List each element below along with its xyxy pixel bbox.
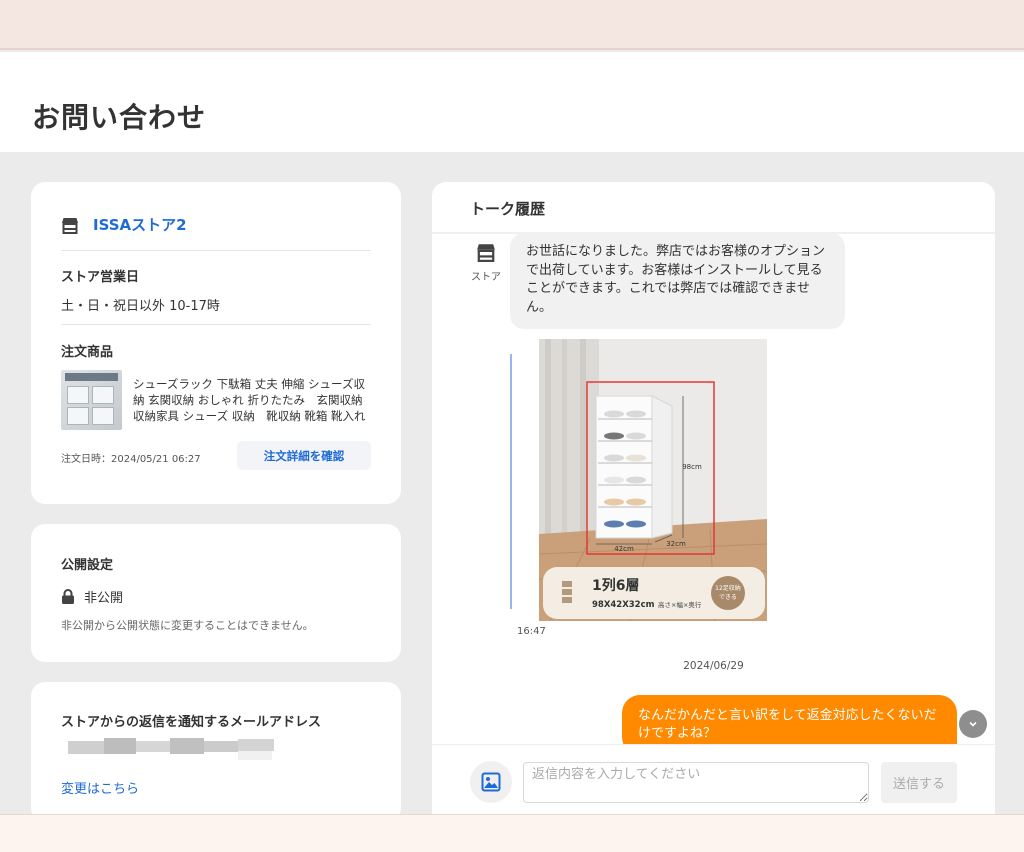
height-label: 98cm (682, 463, 702, 471)
date-separator: 2024/06/29 (683, 660, 744, 672)
bottom-bar (0, 814, 1024, 852)
change-email-link[interactable]: 変更はこちら (61, 778, 139, 797)
order-info-card: ISSAストア2 ストア営業日 土・日・祝日以外 10-17時 注文商品 シュー… (31, 182, 401, 504)
page-header: お問い合わせ (0, 52, 1024, 152)
chat-panel: トーク履歴 ストア お世話になりました。弊店ではお客様のオプションで出荷していま… (432, 182, 995, 822)
reply-composer: 送信する (432, 744, 995, 822)
visibility-note: 非公開から公開状態に変更することはできません。 (61, 619, 314, 632)
lock-icon (62, 589, 74, 604)
divider (61, 324, 371, 325)
chat-title: トーク履歴 (470, 200, 546, 218)
product-thumbnail[interactable] (61, 370, 122, 430)
attach-image-button[interactable] (470, 761, 512, 803)
divider (61, 250, 371, 251)
visibility-card: 公開設定 非公開 非公開から公開状態に変更することはできません。 (31, 524, 401, 662)
avatar-label: ストア (471, 272, 501, 283)
store-hours: 土・日・祝日以外 10-17時 (61, 299, 220, 314)
product-image-message[interactable]: 98cm 42cm 32cm 1列6層 98X42X32cm 高さ×幅×奥行 1… (510, 339, 768, 621)
chevron-down-icon (969, 721, 977, 727)
masked-email (68, 738, 274, 760)
image-headline: 1列6層 (592, 577, 639, 594)
ordered-item-title: 注文商品 (61, 345, 114, 360)
image-icon (481, 772, 501, 792)
email-card: ストアからの返信を通知するメールアドレス 変更はこちら (31, 682, 401, 822)
incoming-message: お世話になりました。弊店ではお客様のオプションで出荷しています。お客様はインスト… (510, 233, 845, 329)
width-label: 42cm (614, 545, 634, 553)
store-hours-title: ストア営業日 (61, 270, 140, 285)
top-bar (0, 0, 1024, 50)
image-dims-note: 高さ×幅×奥行 (658, 600, 702, 609)
order-detail-button[interactable]: 注文詳細を確認 (237, 441, 371, 470)
product-name: シューズラック 下駄箱 丈夫 伸縮 シューズ収納 玄関収納 おしゃれ 折りたたみ… (133, 377, 366, 423)
send-button[interactable]: 送信する (881, 762, 957, 803)
order-date: 注文日時：2024/05/21 06:27 (61, 454, 201, 465)
store-avatar: ストア (470, 242, 502, 283)
reply-input[interactable] (523, 762, 869, 803)
depth-label: 32cm (666, 540, 686, 548)
visibility-status: 非公開 (61, 587, 123, 606)
store-icon (477, 244, 495, 262)
image-dims: 98X42X32cm (592, 600, 655, 610)
image-badge-line1: 12足収納 (715, 584, 741, 592)
image-badge-line2: できる (719, 594, 737, 601)
page-title: お問い合わせ (32, 101, 207, 134)
shoe-rack-image: 98cm 42cm 32cm 1列6層 98X42X32cm 高さ×幅×奥行 1… (510, 339, 768, 621)
visibility-title: 公開設定 (61, 558, 114, 573)
store-name[interactable]: ISSAストア2 (93, 214, 187, 235)
scroll-down-button[interactable] (959, 710, 987, 738)
email-title: ストアからの返信を通知するメールアドレス (61, 715, 322, 730)
visibility-status-label: 非公開 (84, 591, 124, 606)
store-icon (62, 217, 78, 234)
message-timestamp: 16:47 (517, 626, 546, 637)
store-link[interactable]: ISSAストア2 (61, 214, 187, 235)
